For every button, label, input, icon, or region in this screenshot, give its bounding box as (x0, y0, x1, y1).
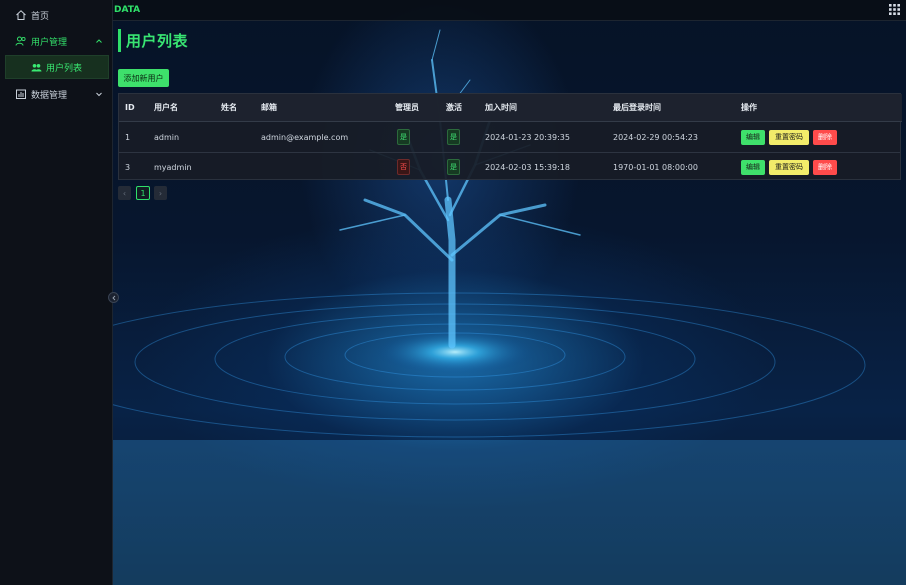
cell-last-login: 1970-01-01 08:00:00 (613, 162, 698, 172)
cell-active: 是 (447, 152, 460, 182)
admin-status-badge: 是 (397, 129, 410, 145)
column-header-last-login: 最后登录时间 (613, 103, 661, 112)
column-header-email: 邮箱 (261, 103, 277, 112)
column-header-id: ID (125, 103, 135, 112)
table-header: ID 用户名 姓名 邮箱 管理员 激活 加入时间 最后登录时间 操作 (119, 94, 902, 122)
chart-icon (15, 88, 27, 100)
admin-status-badge: 否 (397, 159, 410, 175)
background-tree-image (0, 29, 906, 585)
title-accent-bar (118, 29, 121, 52)
sidebar-collapse-button[interactable] (108, 292, 119, 303)
reset-password-button[interactable]: 重置密码 (769, 159, 809, 175)
chevron-left-icon (111, 295, 115, 300)
sidebar-item-user-management[interactable]: 用户管理 (0, 28, 112, 54)
sidebar-subitem-label: 用户列表 (46, 63, 83, 74)
table-row: 1 admin admin@example.com 是 是 2024-01-23… (119, 122, 900, 153)
cell-admin: 否 (397, 152, 410, 182)
column-header-active: 激活 (446, 103, 462, 112)
pagination-prev-button[interactable]: ‹ (118, 186, 131, 200)
sidebar-item-label: 首页 (31, 11, 50, 22)
cell-actions: 编辑 重置密码 删除 (741, 152, 841, 182)
sidebar: 首页 用户管理 用户列表 数据管理 (0, 0, 113, 585)
sidebar-item-data-management[interactable]: 数据管理 (0, 81, 112, 107)
user-table: ID 用户名 姓名 邮箱 管理员 激活 加入时间 最后登录时间 操作 1 adm… (118, 93, 902, 182)
delete-button[interactable]: 删除 (813, 159, 837, 175)
chevron-down-icon (95, 90, 103, 98)
cell-actions: 编辑 重置密码 删除 (741, 122, 841, 152)
users-icon (15, 35, 27, 47)
edit-button[interactable]: 编辑 (741, 129, 765, 145)
add-user-button[interactable]: 添加新用户 (118, 69, 169, 87)
column-header-actions: 操作 (741, 103, 757, 112)
top-bar: DATA (113, 0, 906, 21)
table-row: 3 myadmin 否 是 2024-02-03 15:39:18 1970-0… (119, 152, 900, 182)
column-header-username: 用户名 (154, 103, 178, 112)
column-header-joined: 加入时间 (485, 103, 517, 112)
cell-id: 1 (125, 132, 131, 142)
sidebar-item-home[interactable]: 首页 (0, 2, 112, 28)
cell-joined: 2024-01-23 20:39:35 (485, 132, 570, 142)
cell-email: admin@example.com (261, 132, 349, 142)
edit-button[interactable]: 编辑 (741, 159, 765, 175)
home-icon (15, 9, 27, 21)
cell-active: 是 (447, 122, 460, 152)
user-group-icon (31, 62, 42, 73)
chevron-up-icon (95, 37, 103, 45)
apps-grid-icon[interactable] (889, 4, 900, 15)
reset-password-button[interactable]: 重置密码 (769, 129, 809, 145)
cell-admin: 是 (397, 122, 410, 152)
sidebar-item-label: 数据管理 (31, 90, 68, 101)
cell-username: myadmin (154, 162, 192, 172)
delete-button[interactable]: 删除 (813, 129, 837, 145)
cell-id: 3 (125, 162, 131, 172)
cell-joined: 2024-02-03 15:39:18 (485, 162, 570, 172)
sidebar-item-user-list[interactable]: 用户列表 (5, 55, 109, 79)
cell-last-login: 2024-02-29 00:54:23 (613, 132, 698, 142)
column-header-name: 姓名 (221, 103, 237, 112)
active-status-badge: 是 (447, 129, 460, 145)
active-status-badge: 是 (447, 159, 460, 175)
page-title: 用户列表 (126, 32, 189, 50)
brand-label: DATA (114, 5, 141, 15)
cell-username: admin (154, 132, 180, 142)
pagination-next-button[interactable]: › (154, 186, 167, 200)
column-header-admin: 管理员 (395, 103, 419, 112)
sidebar-item-label: 用户管理 (31, 37, 68, 48)
pagination-page-button[interactable]: 1 (136, 186, 150, 200)
